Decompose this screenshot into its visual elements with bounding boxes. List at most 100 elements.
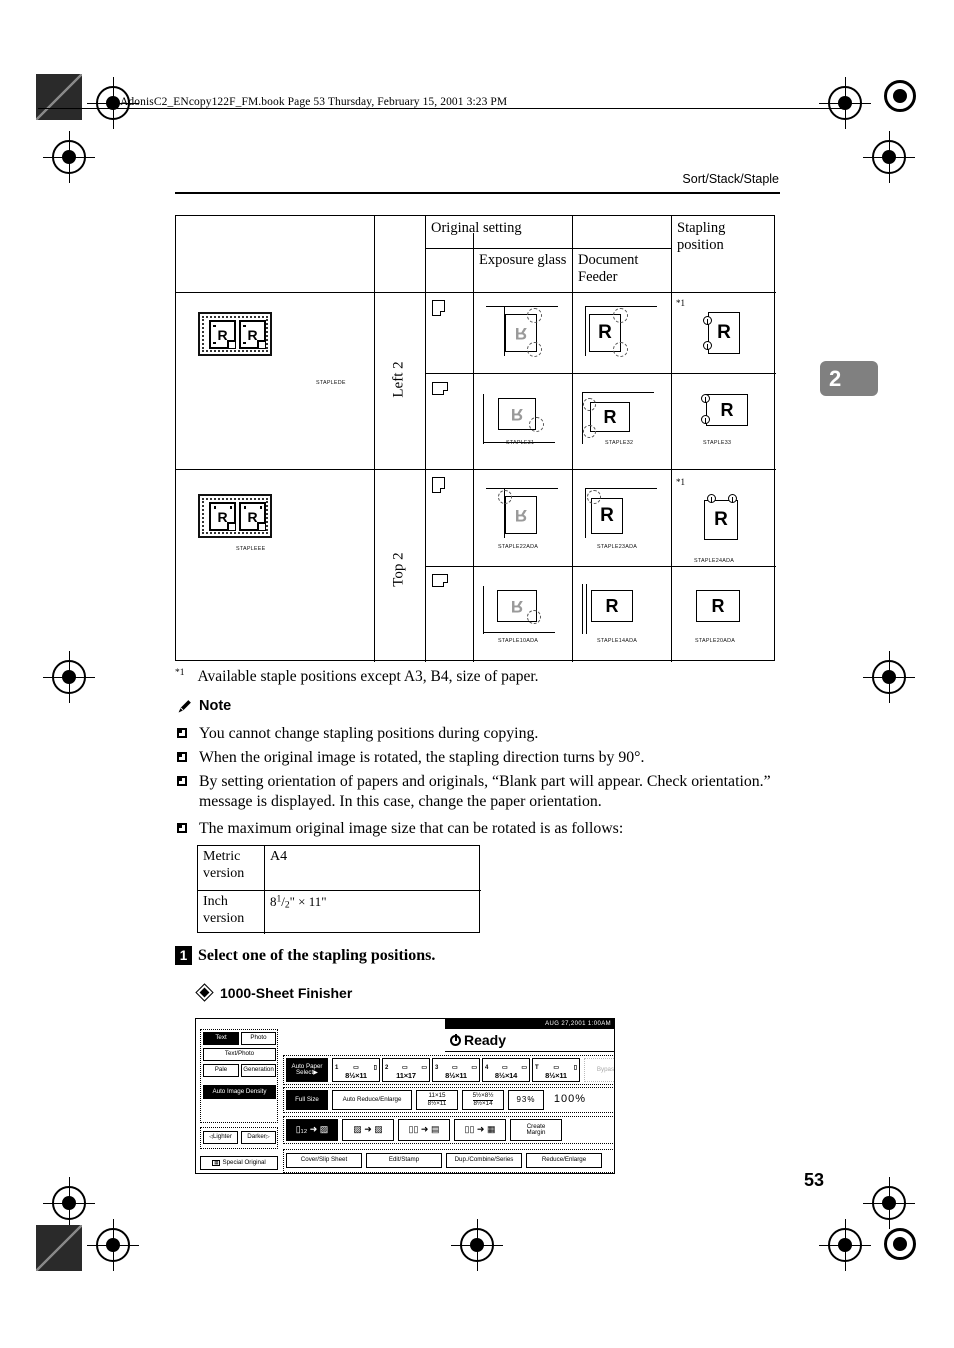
mode-icon-top2-sheet-a: R <box>209 502 236 531</box>
mode-label-top2: Top 2 <box>390 552 407 587</box>
button-auto-paper-select[interactable]: Auto Paper Select▶ <box>286 1058 328 1082</box>
caption-staple22ada: STAPLE22ADA <box>498 544 539 550</box>
footnote-text: Available staple positions except A3, B4… <box>197 668 539 686</box>
subsection-heading: 1000-Sheet Finisher <box>220 985 353 1001</box>
note-item-3: By setting orientation of papers and ori… <box>177 772 794 812</box>
feeder-guide-left <box>582 392 584 444</box>
staple-mark <box>243 325 246 327</box>
tab-edit-stamp[interactable]: Edit/Stamp <box>366 1153 442 1168</box>
corner-indicator <box>613 342 628 357</box>
tray-4-number: 4 <box>485 1064 489 1071</box>
corner-indicator <box>613 308 628 323</box>
button-photo-mode[interactable]: Photo <box>241 1032 276 1045</box>
paper-orientation-icon: ▭ <box>471 1065 477 1071</box>
tray-button-2[interactable]: 2 ▭ ▭ 11×17 <box>382 1058 430 1082</box>
orientation-nick <box>440 311 445 316</box>
note-item-1: You cannot change stapling positions dur… <box>177 724 797 744</box>
stapled-output-preview: R <box>704 500 738 540</box>
caption-stapleee: STAPLEEE <box>236 546 266 552</box>
button-special-original[interactable]: ▦ Special Original <box>200 1156 278 1170</box>
button-combine-2on1[interactable]: ▯▯ ➜ ▤ <box>398 1119 450 1141</box>
button-generation-mode[interactable]: Generation <box>241 1064 276 1077</box>
sheet-corner-fold <box>227 340 235 348</box>
step-number-badge: 1 <box>175 946 192 965</box>
sheet-corner-fold <box>257 340 265 348</box>
panel-status-text: Ready <box>464 1032 507 1048</box>
bullseye-top-right <box>819 77 871 129</box>
button-darker[interactable]: Darker ▷ <box>241 1131 276 1144</box>
tray-icon: ▭ <box>402 1065 408 1071</box>
button-text-mode[interactable]: Text <box>203 1032 239 1045</box>
note-bullet <box>177 776 187 786</box>
tray-button-4[interactable]: 4 ▭ ▭ 8½×14 <box>482 1058 530 1082</box>
bullseye-left-lower <box>43 651 95 703</box>
corner-indicator <box>527 308 542 323</box>
sheet-corner-fold <box>227 522 235 530</box>
pencil-icon <box>178 700 191 713</box>
tab-cover-slip-sheet[interactable]: Cover/Slip Sheet <box>286 1153 362 1168</box>
operation-panel-screenshot: AUG 27,2001 1:00AM Ready Text Photo Text… <box>195 1018 615 1174</box>
caption-stapledе: STAPLEDE <box>316 380 346 386</box>
tray-3-number: 3 <box>435 1064 439 1071</box>
table-vrule-2 <box>425 216 427 662</box>
bullseye-bottom-right <box>819 1219 871 1271</box>
note-item-4: The maximum original image size that can… <box>177 819 797 839</box>
feeder-guide-top <box>585 488 657 490</box>
button-create-margin[interactable]: Create Margin <box>510 1119 562 1141</box>
tab-dup-combine-series[interactable]: Dup./Combine/Series <box>446 1153 522 1168</box>
bullseye-right-lower <box>863 651 915 703</box>
header-document-feeder: Document Feeder <box>572 248 670 286</box>
size-table-value-metric: A4 <box>270 849 288 864</box>
footnote-marker-row2: *1 <box>676 477 685 487</box>
staple-mark <box>243 342 246 344</box>
file-header-rule <box>38 108 848 109</box>
note-bullet <box>177 728 187 738</box>
button-ratio-93[interactable]: 93% <box>508 1090 544 1110</box>
button-duplex-2to2[interactable]: ▨ ➜ ▨ <box>342 1119 394 1141</box>
paper-orientation-icon: ▯ <box>573 1065 577 1071</box>
corner-block-top-left <box>36 74 82 120</box>
file-header-text: AdonisC2_ENcopy122F_FM.book Page 53 Thur… <box>120 96 508 108</box>
tray-3-header: 3 ▭ ▭ <box>433 1063 479 1072</box>
chapter-tab-number: 2 <box>829 365 842 391</box>
page-number: 53 <box>803 1170 824 1190</box>
step-number: 1 <box>179 948 188 963</box>
tray-icon: ▭ <box>452 1065 458 1071</box>
button-auto-reduce-enlarge[interactable]: Auto Reduce/Enlarge <box>332 1090 412 1110</box>
table-vrule-5 <box>671 216 673 662</box>
corner-indicator <box>583 398 596 411</box>
corner-indicator <box>587 490 601 504</box>
corner-indicator <box>529 417 544 432</box>
tray-button-1[interactable]: 1 ▭ ▯ 8½×11 <box>332 1058 380 1082</box>
feeder-guide-top <box>582 392 654 394</box>
button-combine-4on1[interactable]: ▯▯ ➜ ▦ <box>454 1119 506 1141</box>
tray-button-3[interactable]: 3 ▭ ▭ 8½×11 <box>432 1058 480 1082</box>
corner-indicator <box>527 342 542 357</box>
button-full-size[interactable]: Full Size <box>286 1090 328 1110</box>
platen-guide-left <box>483 394 485 444</box>
tray-button-bypass[interactable]: T ▭ ▯ 8½×11 <box>532 1058 580 1082</box>
bullseye-right-bottom <box>863 1177 915 1229</box>
panel-datetime: AUG 27,2001 1:00AM <box>445 1019 614 1029</box>
corner-block-bottom-left <box>36 1225 82 1271</box>
tab-reduce-enlarge[interactable]: Reduce/Enlarge <box>526 1153 602 1168</box>
bullseye-left-bottom <box>43 1177 95 1229</box>
button-text-photo-mode[interactable]: Text/Photo <box>203 1048 276 1061</box>
orientation-glyph-landscape <box>432 574 448 587</box>
button-lighter[interactable]: ◁ Lighter <box>203 1131 238 1144</box>
button-preset-ratio-1[interactable]: 11×15 8½×11 <box>416 1090 458 1110</box>
button-pale-mode[interactable]: Pale <box>203 1064 239 1077</box>
tray-4-size: 8½×14 <box>494 1071 518 1080</box>
button-preset-ratio-2[interactable]: 5½×8½ 8½×14 <box>462 1090 504 1110</box>
button-duplex-1to2[interactable]: ▯₁₂ ➜ ▨ <box>286 1119 338 1141</box>
tray-2-header: 2 ▭ ▭ <box>383 1063 429 1072</box>
button-bypass-paper[interactable]: Bypass <box>584 1058 614 1082</box>
button-auto-image-density[interactable]: Auto Image Density <box>203 1085 276 1099</box>
orientation-glyph-landscape <box>432 382 448 395</box>
footnote: *1 Available staple positions except A3, … <box>175 668 539 686</box>
table-hrule-hdr-bottom <box>176 292 776 294</box>
staple-position-dot <box>703 316 712 325</box>
staple-position-dot <box>703 341 712 350</box>
table-hrule-sub-1 <box>425 373 776 375</box>
chapter-tab: 2 <box>820 361 878 396</box>
